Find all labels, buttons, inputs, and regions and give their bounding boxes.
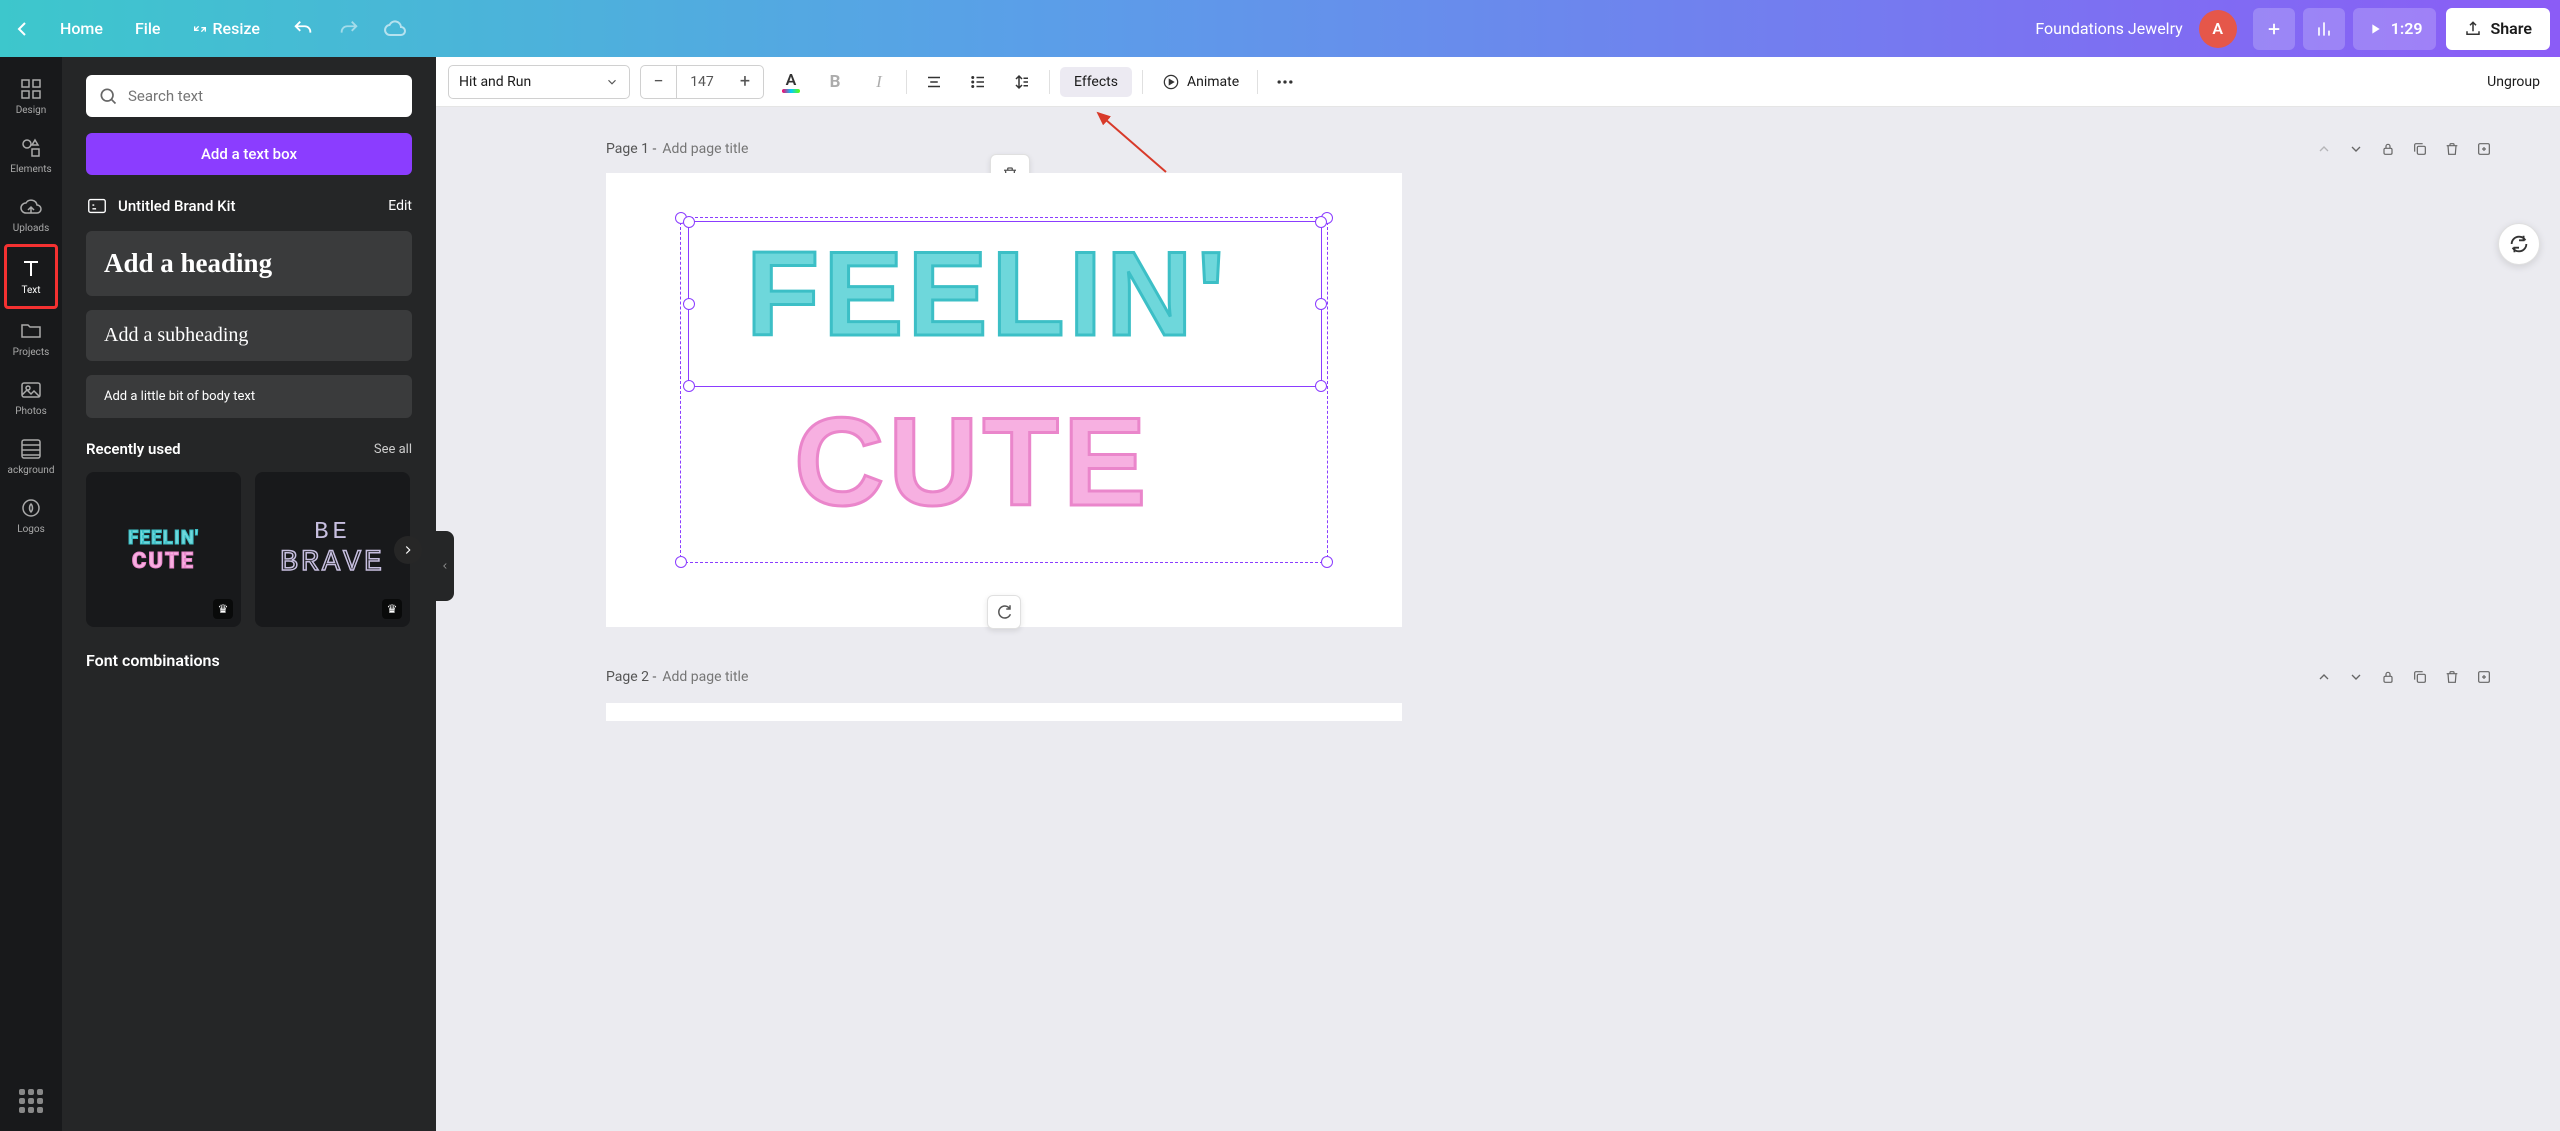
text-side-panel: Add a text box Untitled Brand Kit Edit A… — [62, 57, 436, 1131]
add-subheading-button[interactable]: Add a subheading — [86, 310, 412, 361]
font-size-minus[interactable]: − — [641, 66, 677, 98]
brand-kit-edit[interactable]: Edit — [388, 198, 412, 214]
add-page-icon[interactable] — [2468, 133, 2500, 165]
list-button[interactable] — [961, 65, 995, 99]
delete-page-icon[interactable] — [2436, 133, 2468, 165]
thumb-feelin-cute[interactable]: FEELIN' CUTE ♛ — [86, 472, 241, 627]
rail-elements[interactable]: Elements — [4, 126, 58, 185]
share-button[interactable]: Share — [2446, 8, 2550, 50]
collapse-panel-handle[interactable] — [436, 531, 454, 601]
lock-icon[interactable] — [2372, 133, 2404, 165]
rail-design[interactable]: Design — [4, 67, 58, 126]
add-text-box-button[interactable]: Add a text box — [86, 133, 412, 175]
page-down-icon[interactable] — [2340, 661, 2372, 693]
page1-header: Page 1 - — [606, 125, 2530, 173]
rail-logos[interactable]: Logos — [4, 486, 58, 545]
text-color-button[interactable]: A — [774, 65, 808, 99]
brand-kit-label: Untitled Brand Kit — [118, 197, 235, 215]
top-bar: Home File Resize Foundations Jewelry A 1… — [0, 0, 2560, 57]
page2-label: Page 2 - — [606, 669, 656, 685]
nav-rail: Design Elements Uploads Text Projects Ph… — [0, 57, 62, 1131]
thumb-be-brave[interactable]: BE BRAVE ♛ — [255, 472, 410, 627]
delete-page-icon[interactable] — [2436, 661, 2468, 693]
animate-button[interactable]: Animate — [1153, 72, 1247, 92]
resize-menu[interactable]: Resize — [176, 11, 275, 46]
font-size-stepper: − + — [640, 65, 764, 99]
document-title[interactable]: Foundations Jewelry — [2035, 19, 2182, 38]
recently-used-label: Recently used — [86, 440, 181, 458]
premium-crown-icon: ♛ — [213, 599, 233, 619]
more-apps-icon[interactable] — [19, 1089, 43, 1113]
page1-label: Page 1 - — [606, 141, 656, 157]
canvas-page1[interactable]: FEELIN' CUTE — [606, 173, 1402, 627]
search-icon — [98, 86, 118, 106]
back-icon[interactable] — [10, 17, 34, 41]
duplicate-page-icon[interactable] — [2404, 661, 2436, 693]
chevron-down-icon — [605, 75, 619, 89]
undo-icon[interactable] — [284, 10, 322, 48]
rail-text[interactable]: Text — [4, 244, 58, 309]
cloud-sync-icon[interactable] — [376, 10, 414, 48]
resize-label: Resize — [212, 19, 259, 38]
redo-icon[interactable] — [330, 10, 368, 48]
canvas-text-cute[interactable]: CUTE — [794, 391, 1150, 534]
home-menu[interactable]: Home — [44, 11, 119, 46]
add-page-icon[interactable] — [2468, 661, 2500, 693]
thumbs-next-icon[interactable] — [394, 536, 422, 564]
page2-title-input[interactable] — [662, 669, 862, 685]
search-input[interactable] — [128, 87, 400, 105]
duplicate-page-icon[interactable] — [2404, 133, 2436, 165]
italic-button[interactable]: I — [862, 65, 896, 99]
rail-uploads[interactable]: Uploads — [4, 185, 58, 244]
see-all-link[interactable]: See all — [374, 442, 412, 457]
page-up-icon[interactable] — [2308, 133, 2340, 165]
page1-title-input[interactable] — [662, 141, 862, 157]
add-member-icon[interactable] — [2253, 8, 2295, 50]
analytics-icon[interactable] — [2303, 8, 2345, 50]
brand-kit-icon — [86, 195, 108, 217]
canvas-text-feelin[interactable]: FEELIN' — [746, 225, 1229, 363]
share-label: Share — [2490, 19, 2532, 38]
file-menu[interactable]: File — [119, 11, 177, 46]
font-size-input[interactable] — [677, 66, 727, 98]
font-family-select[interactable]: Hit and Run — [448, 65, 630, 99]
canvas-page2[interactable] — [606, 703, 1402, 721]
premium-crown-icon: ♛ — [382, 599, 402, 619]
recent-thumbs: FEELIN' CUTE ♛ BE BRAVE ♛ — [86, 472, 412, 627]
present-button[interactable]: 1:29 — [2353, 8, 2437, 50]
canvas-area: Page 1 - Highlight the text you intend t… — [436, 107, 2560, 1131]
rail-projects[interactable]: Projects — [4, 309, 58, 368]
font-size-plus[interactable]: + — [727, 66, 763, 98]
add-body-text-button[interactable]: Add a little bit of body text — [86, 375, 412, 418]
spacing-button[interactable] — [1005, 65, 1039, 99]
rail-photos[interactable]: Photos — [4, 368, 58, 427]
font-combinations-label: Font combinations — [86, 651, 412, 670]
add-heading-button[interactable]: Add a heading — [86, 231, 412, 296]
more-options-button[interactable] — [1268, 65, 1302, 99]
page-down-icon[interactable] — [2340, 133, 2372, 165]
font-name-label: Hit and Run — [459, 74, 531, 90]
align-button[interactable] — [917, 65, 951, 99]
context-toolbar: Hit and Run − + A B I Effects Animate Un… — [436, 57, 2560, 107]
rail-background[interactable]: ackground — [4, 427, 58, 486]
regenerate-button[interactable] — [2498, 223, 2540, 265]
effects-button[interactable]: Effects — [1060, 67, 1132, 97]
page2-header: Page 2 - — [606, 653, 2530, 701]
duration-label: 1:29 — [2391, 19, 2423, 38]
page-up-icon[interactable] — [2308, 661, 2340, 693]
ungroup-button[interactable]: Ungroup — [2479, 74, 2548, 90]
sync-button[interactable] — [987, 595, 1021, 629]
lock-icon[interactable] — [2372, 661, 2404, 693]
avatar[interactable]: A — [2199, 10, 2237, 48]
animate-icon — [1161, 72, 1181, 92]
search-input-wrapper[interactable] — [86, 75, 412, 117]
bold-button[interactable]: B — [818, 65, 852, 99]
